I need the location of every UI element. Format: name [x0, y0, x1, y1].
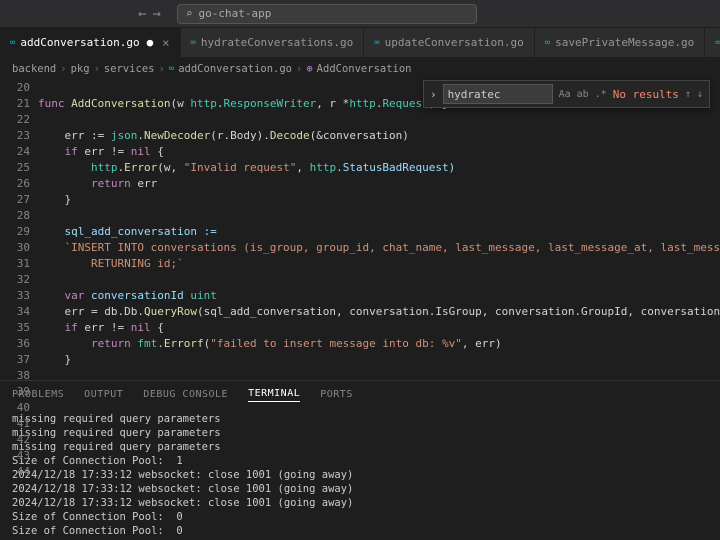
crumb[interactable]: backend	[12, 63, 56, 75]
prev-match-icon[interactable]: ↑	[685, 89, 691, 100]
panel-tab-output[interactable]: OUTPUT	[84, 389, 123, 400]
find-widget: › Aa ab .* No results ↑ ↓	[423, 80, 710, 108]
search-placeholder: go-chat-app	[199, 7, 272, 20]
panel-tabs: PROBLEMS OUTPUT DEBUG CONSOLE TERMINAL P…	[0, 380, 720, 408]
chevron-right-icon: ›	[60, 63, 66, 75]
chevron-right-icon: ›	[296, 63, 302, 75]
tab-update-conversation[interactable]: ∞ updateConversation.go	[364, 28, 535, 57]
tab-label: updateConversation.go	[385, 36, 524, 49]
go-file-icon: ∞	[169, 64, 174, 74]
title-bar: ← → ⌕ go-chat-app	[0, 0, 720, 28]
nav-back-icon[interactable]: ←	[138, 6, 146, 22]
function-icon: ⊕	[306, 63, 312, 75]
chevron-right-icon: ›	[94, 63, 100, 75]
code-content[interactable]: func AddConversation(w http.ResponseWrit…	[38, 80, 720, 380]
dirty-indicator: ●	[147, 36, 154, 49]
tab-hydrate-conversations[interactable]: ∞ hydrateConversations.go	[181, 28, 365, 57]
tab-label: savePrivateMessage.go	[555, 36, 694, 49]
nav-forward-icon[interactable]: →	[152, 6, 160, 22]
match-word-toggle[interactable]: ab	[577, 89, 589, 100]
regex-toggle[interactable]: .*	[595, 89, 607, 100]
go-file-icon: ∞	[10, 38, 15, 48]
search-icon: ⌕	[186, 7, 193, 20]
editor-tabs: ∞ addConversation.go ● × ∞ hydrateConver…	[0, 28, 720, 58]
next-match-icon[interactable]: ↓	[697, 89, 703, 100]
panel-tab-debug-console[interactable]: DEBUG CONSOLE	[143, 389, 228, 400]
command-center-search[interactable]: ⌕ go-chat-app	[177, 4, 477, 24]
go-file-icon: ∞	[545, 38, 550, 48]
terminal-output[interactable]: missing required query parameters missin…	[0, 408, 720, 540]
code-editor[interactable]: 20 21 22 23 24 25 26 27 28 29 30 31 32 3…	[0, 80, 720, 380]
chevron-right-icon[interactable]: ›	[430, 88, 437, 101]
crumb[interactable]: services	[104, 63, 155, 75]
panel-tab-ports[interactable]: PORTS	[320, 389, 353, 400]
tab-label: addConversation.go	[20, 36, 139, 49]
find-input[interactable]	[443, 84, 553, 104]
tab-save-private-message[interactable]: ∞ savePrivateMessage.go	[535, 28, 706, 57]
crumb[interactable]: addConversation.go	[178, 63, 292, 75]
tab-search-usernames[interactable]: ∞ searchUsernames.go	[705, 28, 720, 57]
tab-add-conversation[interactable]: ∞ addConversation.go ● ×	[0, 28, 181, 57]
go-file-icon: ∞	[374, 38, 379, 48]
go-file-icon: ∞	[715, 38, 720, 48]
find-results-count: No results	[613, 88, 679, 101]
chevron-right-icon: ›	[158, 63, 164, 75]
tab-label: hydrateConversations.go	[201, 36, 353, 49]
panel-tab-terminal[interactable]: TERMINAL	[248, 388, 300, 402]
crumb[interactable]: AddConversation	[317, 63, 412, 75]
line-gutter: 20 21 22 23 24 25 26 27 28 29 30 31 32 3…	[0, 80, 38, 380]
go-file-icon: ∞	[191, 38, 196, 48]
match-case-toggle[interactable]: Aa	[559, 89, 571, 100]
crumb[interactable]: pkg	[71, 63, 90, 75]
close-icon[interactable]: ×	[162, 36, 169, 50]
breadcrumb[interactable]: backend› pkg› services› ∞ addConversatio…	[0, 58, 720, 80]
